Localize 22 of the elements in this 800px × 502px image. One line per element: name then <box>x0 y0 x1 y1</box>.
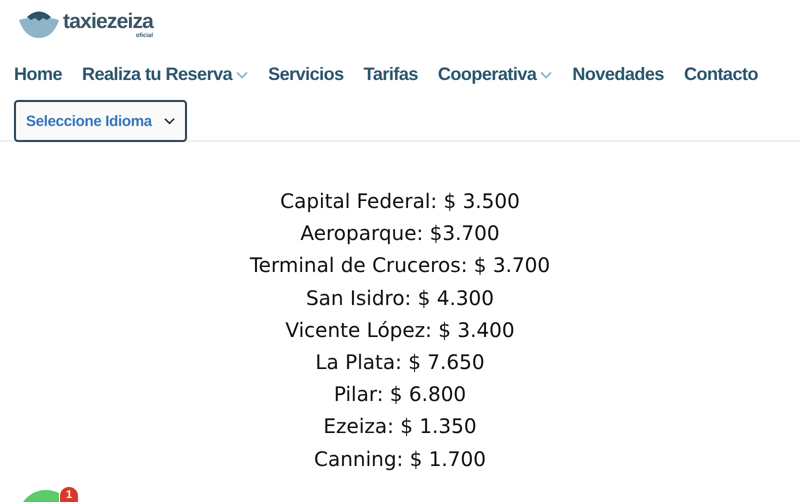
nav-link[interactable]: Contacto <box>684 64 758 85</box>
language-select[interactable]: Seleccione Idioma <box>14 100 187 142</box>
nav-link[interactable]: Servicios <box>268 64 344 85</box>
price-text: Aeroparque: $3.700 <box>300 220 500 248</box>
nav-link[interactable]: Cooperativa <box>438 64 552 85</box>
price-text: Pilar: $ 6.800 <box>334 381 466 408</box>
chevron-down-icon <box>236 70 248 78</box>
price-text: La Plata: $ 7.650 <box>315 349 485 376</box>
nav-link[interactable]: Home <box>14 64 62 85</box>
chevron-down-icon <box>164 117 175 125</box>
price-text: Vicente López: $ 3.400 <box>285 316 515 344</box>
logo-text: taxiezeiza <box>63 11 154 33</box>
nav-link[interactable]: Novedades <box>572 64 664 85</box>
price-text: Terminal de Cruceros: $ 3.700 <box>250 252 550 280</box>
nav-link[interactable]: Realiza tu Reserva <box>82 64 248 85</box>
price-text: Ezeiza: $ 1.350 <box>323 413 477 440</box>
notification-badge: 1 <box>60 487 78 502</box>
chevron-down-icon <box>540 70 552 78</box>
price-text: Canning: $ 1.700 <box>314 446 486 473</box>
price-text: San Isidro: $ 4.300 <box>306 284 494 312</box>
nav-link[interactable]: Tarifas <box>364 64 418 85</box>
price-text: Capital Federal: $ 3.500 <box>280 188 520 215</box>
